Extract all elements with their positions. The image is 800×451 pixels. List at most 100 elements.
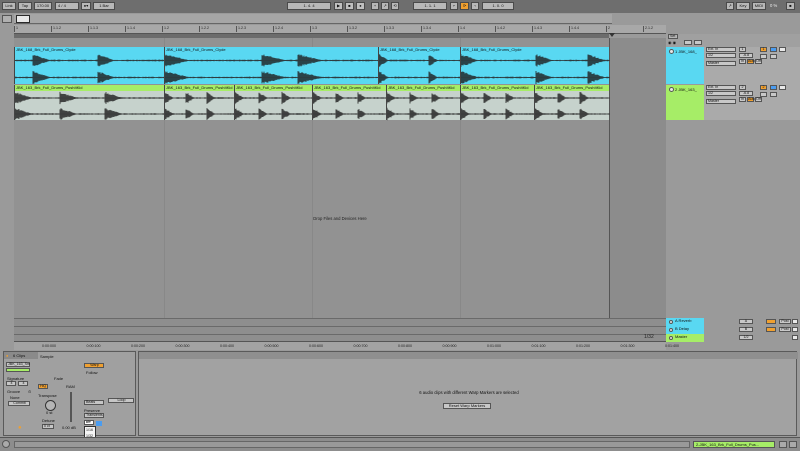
return-send-field[interactable]: 1/2 xyxy=(739,335,753,340)
track-number-badge[interactable]: 2 xyxy=(760,85,767,90)
view-toggle-detail[interactable] xyxy=(789,441,797,448)
monitor-auto-button[interactable]: Auto xyxy=(747,59,755,64)
track-activator-icon[interactable] xyxy=(669,49,674,54)
return-activator-icon[interactable] xyxy=(669,336,673,340)
return-letter-button[interactable] xyxy=(766,319,776,324)
play-button[interactable]: ▶ xyxy=(334,2,343,10)
input-type-menu[interactable]: Ext. In xyxy=(706,85,736,90)
transient-loop-menu[interactable]: ⇄▾ xyxy=(84,420,94,425)
hiq-button[interactable]: HiQ xyxy=(38,384,48,389)
return-letter-button[interactable] xyxy=(766,327,776,332)
view-toggle-clip[interactable] xyxy=(779,441,787,448)
audio-clip[interactable] xyxy=(14,91,165,120)
preserve-menu[interactable]: Transients xyxy=(84,413,104,418)
audio-clip[interactable] xyxy=(234,91,313,120)
audio-clip[interactable] xyxy=(14,53,165,84)
midi-map-button[interactable]: MIDI xyxy=(752,2,766,10)
audio-clip[interactable] xyxy=(460,91,535,120)
io-toggles[interactable]: ◉ ◉ xyxy=(668,40,676,45)
warp-button[interactable]: Warp xyxy=(84,363,104,368)
groove-value[interactable]: None xyxy=(10,395,20,400)
volume-field[interactable]: -6.8 xyxy=(739,53,753,58)
clip-activator-icon[interactable]: ● xyxy=(6,353,8,358)
sends-toggle[interactable] xyxy=(694,40,702,45)
beat-time-ruler[interactable]: 1 1.1.2 1.1.3 1.1.4 1.2 1.2.2 1.2.3 1.2.4 1.3 1.3… xyxy=(14,25,666,34)
stop-button[interactable]: ■ xyxy=(345,2,354,10)
track-activator-icon[interactable] xyxy=(669,87,674,92)
monitor-in-button[interactable]: In xyxy=(739,59,746,64)
input-type-menu[interactable]: Ext. In xyxy=(706,47,736,52)
send-b-knob[interactable] xyxy=(770,92,777,97)
metronome-icon[interactable]: ●▾ xyxy=(81,2,91,10)
arm-button[interactable] xyxy=(779,85,786,90)
reset-warp-markers-button[interactable]: Reset Warp Markers xyxy=(443,403,491,409)
punch-out-icon[interactable]: ¬ xyxy=(471,2,479,10)
return-solo-button[interactable] xyxy=(792,335,798,340)
warp-mode-menu[interactable]: Beats xyxy=(84,400,104,405)
monitor-auto-button[interactable]: Auto xyxy=(747,97,755,102)
audio-clip[interactable] xyxy=(386,91,461,121)
audio-clip[interactable] xyxy=(164,53,379,84)
monitor-off-button[interactable]: Off xyxy=(755,97,762,102)
return-send-field[interactable]: A xyxy=(739,319,753,324)
time-ruler[interactable]: 0:00:000 0:00:100 0:00:200 0:00:300 0:00:400… xyxy=(14,341,679,350)
time-signature[interactable]: 4 / 4 xyxy=(55,2,79,10)
monitor-off-button[interactable]: Off xyxy=(755,59,762,64)
input-channel-menu[interactable]: 1/2 xyxy=(706,53,736,58)
track-number-badge[interactable]: 1 xyxy=(760,47,767,52)
loop-length[interactable]: 1. 0. 0 xyxy=(482,2,514,10)
tap-tempo-button[interactable]: Tap xyxy=(18,2,32,10)
audio-clip[interactable] xyxy=(312,91,387,120)
gain-slider[interactable] xyxy=(70,392,72,422)
output-menu[interactable]: Master xyxy=(706,61,736,66)
overview-viewport[interactable] xyxy=(16,15,30,23)
post-fader-button[interactable]: Post xyxy=(779,319,791,324)
detune-field[interactable]: 0 ct xyxy=(42,424,54,429)
return-activator-icon[interactable] xyxy=(669,328,673,332)
song-position[interactable]: 1. 4. 4 xyxy=(287,2,331,10)
volume-field[interactable]: -6.8 xyxy=(739,91,753,96)
output-menu[interactable]: Master xyxy=(706,99,736,104)
solo-button[interactable] xyxy=(770,47,777,52)
track-2-lane[interactable]: JBK_163_Brk_Full_Drums_PushItKid JBK_163_… xyxy=(14,85,610,121)
quantize-menu[interactable]: 1 Bar xyxy=(93,2,115,10)
loop-switch-icon[interactable]: ⟳ xyxy=(460,2,469,10)
commit-button[interactable]: Commit xyxy=(8,401,30,406)
return-solo-button[interactable] xyxy=(792,319,798,324)
monitor-in-button[interactable]: In xyxy=(739,97,746,102)
info-toggle[interactable] xyxy=(2,440,10,448)
transient-envelope-icon[interactable] xyxy=(96,421,102,426)
arrangement-overview[interactable] xyxy=(14,14,612,24)
punch-in-icon[interactable]: ⌐ xyxy=(450,2,458,10)
clip-launch-icon[interactable]: ● xyxy=(18,425,22,431)
tempo-field[interactable]: 170.00 xyxy=(34,2,52,10)
in-out-toggle[interactable] xyxy=(684,40,692,45)
post-fader-button[interactable]: Post xyxy=(779,327,791,332)
arm-button[interactable] xyxy=(779,47,786,52)
ram-button[interactable]: RAM xyxy=(66,384,75,389)
send-a-knob[interactable] xyxy=(760,54,767,59)
loop-menu-item[interactable]: 1/16 xyxy=(86,428,93,432)
send-a-knob[interactable] xyxy=(760,92,767,97)
record-button[interactable]: ● xyxy=(356,2,365,10)
audio-clip[interactable] xyxy=(378,53,461,84)
clip-sig-den[interactable]: 4 xyxy=(18,381,28,386)
link-button[interactable]: Link xyxy=(2,2,16,10)
clip-color[interactable] xyxy=(6,368,30,372)
arrangement-position[interactable]: 1. 1. 1 xyxy=(413,2,447,10)
loop-button[interactable]: Loop xyxy=(108,398,134,403)
clip-sig-num[interactable]: 4 xyxy=(6,381,16,386)
automation-arm-icon[interactable]: ↗ xyxy=(381,2,389,10)
audio-clip[interactable] xyxy=(534,91,610,120)
key-map-icon[interactable]: ↗ xyxy=(726,2,734,10)
solo-button[interactable] xyxy=(770,85,777,90)
hot-swap-icon[interactable]: ⊙ xyxy=(28,389,31,394)
key-map-button[interactable]: Key xyxy=(736,2,750,10)
audio-clip[interactable] xyxy=(460,53,610,84)
return-solo-button[interactable] xyxy=(792,327,798,332)
track-1-lane[interactable]: JBK_168_Brk_Full_Drums_Clyde JBK_168_Brk_… xyxy=(14,47,610,84)
set-button[interactable]: Set xyxy=(668,34,678,39)
return-activator-icon[interactable] xyxy=(669,320,673,324)
reenable-automation-icon[interactable]: ⟲ xyxy=(391,2,399,10)
input-channel-menu[interactable]: 1/2 xyxy=(706,91,736,96)
